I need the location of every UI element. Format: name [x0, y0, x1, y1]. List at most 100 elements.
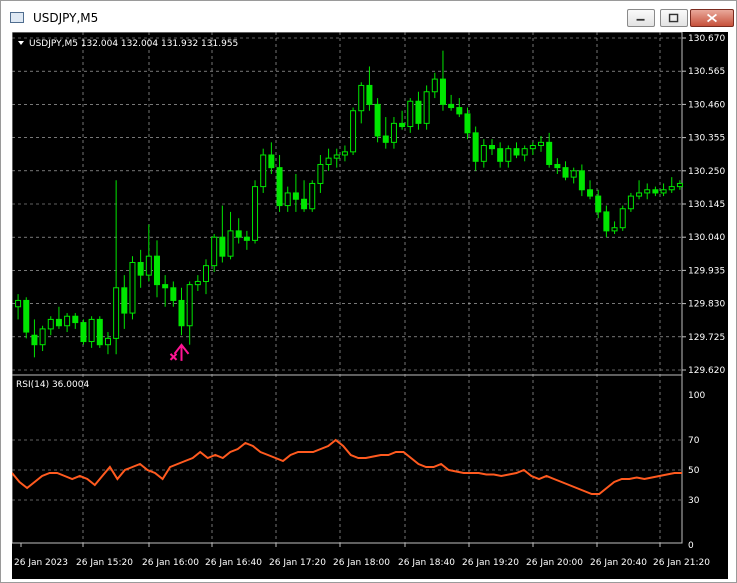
candle-body	[260, 154, 267, 188]
time-tick-label: 26 Jan 18:40	[398, 558, 455, 568]
candle-body	[488, 145, 495, 150]
candle-body	[292, 192, 299, 200]
candle-body	[309, 182, 316, 210]
title-bar[interactable]: USDJPY,M5	[1, 1, 736, 31]
price-tick-label: 129.935	[688, 266, 725, 276]
candle-body	[578, 170, 585, 191]
candle-body	[358, 84, 365, 112]
candle-body	[276, 167, 283, 207]
candle-body	[595, 195, 602, 213]
time-tick-label: 26 Jan 15:20	[76, 558, 133, 568]
candle-body	[497, 148, 504, 162]
candle-body	[15, 299, 22, 308]
candle-body	[333, 154, 340, 159]
signal-arrow-layer	[169, 343, 190, 361]
candle-body	[211, 236, 218, 267]
maximize-button[interactable]	[660, 9, 688, 27]
price-tick-label: 130.355	[688, 134, 725, 144]
chart-grid	[12, 32, 682, 543]
candle-body	[317, 163, 324, 184]
candle-body	[374, 103, 381, 137]
candle-body	[627, 195, 634, 210]
candle-body	[546, 141, 553, 165]
price-tick-label: 130.040	[688, 233, 725, 243]
candle-body	[47, 318, 54, 330]
candle-body	[284, 192, 291, 207]
candle-body	[554, 163, 561, 169]
candle-body	[80, 322, 87, 343]
candle-body	[415, 100, 422, 124]
candle-body	[252, 186, 259, 241]
candle-body	[399, 122, 406, 128]
symbol-dropdown-icon[interactable]	[18, 41, 24, 45]
candle-body	[652, 189, 659, 194]
candle-body	[227, 230, 234, 257]
candle-body	[96, 318, 103, 346]
price-chart-svg[interactable]: USDJPY,M5 132.004 132.004 131.932 131.95…	[11, 31, 728, 579]
close-icon	[707, 13, 717, 23]
chart-info-label: USDJPY,M5 132.004 132.004 131.932 131.95…	[29, 39, 238, 49]
time-tick-label: 26 Jan 20:00	[526, 558, 583, 568]
candle-body	[243, 236, 250, 241]
price-axis: 130.670 130.565 130.460 130.355 130.250 130.1…	[682, 34, 725, 376]
time-tick-label: 26 Jan 17:20	[269, 558, 326, 568]
candle-body	[529, 145, 536, 150]
candle-body	[153, 255, 160, 286]
candle-body	[178, 299, 185, 327]
candle-body	[88, 318, 95, 343]
candle-body	[431, 78, 438, 93]
candle-body	[162, 284, 169, 289]
candle-body	[203, 265, 210, 282]
candle-body	[505, 148, 512, 162]
rsi-tick-label: 30	[688, 496, 700, 506]
price-tick-label: 129.725	[688, 333, 725, 343]
candle-body	[129, 261, 136, 314]
time-tick-label: 26 Jan 16:40	[205, 558, 262, 568]
candle-body	[513, 148, 520, 156]
candle-body	[145, 255, 152, 276]
candle-body	[31, 334, 38, 346]
minimize-button[interactable]	[627, 9, 655, 27]
candle-body	[341, 151, 348, 156]
chart-area[interactable]: USDJPY,M5 132.004 132.004 131.932 131.95…	[11, 31, 728, 579]
candle-body	[538, 141, 545, 147]
price-tick-label: 130.565	[688, 67, 725, 77]
price-tick-label: 129.830	[688, 300, 725, 310]
rsi-tick-label: 100	[688, 391, 705, 401]
candle-body	[121, 287, 128, 314]
candle-body	[570, 170, 577, 178]
price-tick-label: 129.620	[688, 366, 725, 376]
candle-body	[170, 287, 177, 301]
candle-body	[464, 113, 471, 134]
candle-body	[55, 318, 62, 327]
plot-frame	[11, 31, 683, 544]
candle-body	[366, 84, 373, 105]
candle-body	[611, 227, 618, 232]
candle-body	[439, 78, 446, 105]
time-axis: 26 Jan 2023 26 Jan 15:20 26 Jan 16:00 26 Ja…	[14, 543, 710, 568]
candle-body	[480, 145, 487, 162]
close-button[interactable]	[690, 9, 734, 27]
minimize-icon	[636, 18, 645, 21]
candle-body	[644, 189, 651, 194]
rsi-tick-label: 0	[688, 541, 694, 551]
candle-body	[325, 157, 332, 165]
candle-body	[194, 280, 201, 286]
candle-body	[456, 107, 463, 115]
candle-body	[660, 189, 667, 194]
candle-body	[423, 91, 430, 124]
rsi-tick-label: 50	[688, 466, 700, 476]
rsi-line	[11, 438, 682, 495]
candle-body	[448, 103, 455, 109]
price-tick-label: 130.670	[688, 34, 725, 44]
candle-body	[72, 315, 79, 324]
window-title: USDJPY,M5	[33, 11, 99, 25]
candle-body	[23, 299, 30, 333]
candle-body	[472, 132, 479, 162]
time-tick-label: 26 Jan 16:00	[142, 558, 199, 568]
time-tick-label: 26 Jan 20:40	[590, 558, 647, 568]
candle-body	[186, 284, 193, 327]
candle-body	[603, 211, 610, 232]
candle-body	[390, 122, 397, 143]
candle-body	[676, 182, 683, 188]
